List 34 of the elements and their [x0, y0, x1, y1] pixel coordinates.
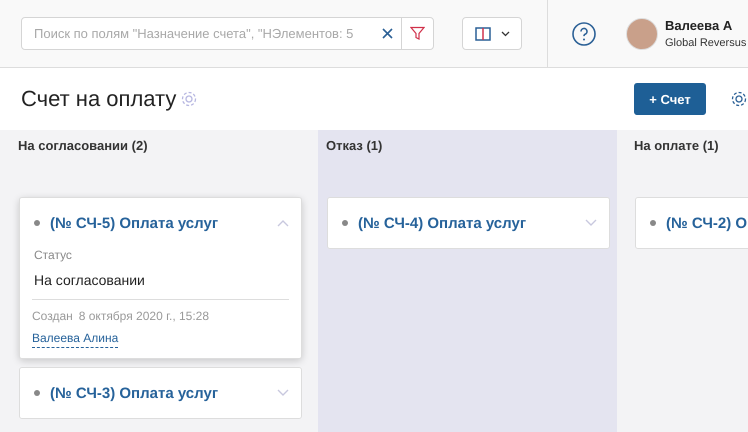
invoice-card[interactable]: (№ СЧ-2) О	[635, 197, 748, 249]
column-title: На согласовании (2)	[18, 138, 149, 155]
bullet-icon	[650, 220, 656, 226]
columns-icon	[474, 26, 490, 40]
invoice-card[interactable]: (№ СЧ-3) Оплата услуг	[19, 367, 302, 419]
invoice-card[interactable]: (№ СЧ-5) Оплата услуг Статус На согласовании Создан 8 октября 2020 г., 15:28 Валеева Алина	[19, 197, 302, 359]
bullet-icon	[342, 220, 348, 226]
card-title[interactable]: (№ СЧ-3) Оплата услуг	[50, 384, 218, 402]
help-button[interactable]	[572, 22, 596, 46]
view-toggle-button[interactable]	[462, 17, 522, 50]
close-icon	[382, 28, 392, 39]
page-title: Счет на оплату	[21, 86, 176, 112]
bullet-icon	[34, 390, 40, 396]
add-invoice-button[interactable]: + Счет	[634, 83, 706, 115]
company-name: Global Reversus	[665, 37, 746, 49]
invoice-card[interactable]: (№ СЧ-4) Оплата услуг	[327, 197, 610, 249]
card-title[interactable]: (№ СЧ-4) Оплата услуг	[358, 214, 526, 232]
created-label: Создан	[32, 309, 73, 323]
status-value: На согласовании	[34, 272, 146, 288]
search-field[interactable]: Поиск по полям "Назначение счета", "НЭлементов: 5	[22, 18, 373, 49]
user-name[interactable]: Валеева А	[665, 18, 746, 33]
column-title: Отказ (1)	[326, 138, 384, 155]
search-bar[interactable]: Поиск по полям "Назначение счета", "НЭлементов: 5	[21, 17, 434, 50]
status-label: Статус	[34, 248, 73, 262]
settings-icon[interactable]	[730, 90, 748, 108]
chevron-down-icon	[500, 30, 510, 36]
help-icon	[572, 22, 596, 46]
card-title[interactable]: (№ СЧ-2) О	[666, 214, 748, 232]
author-link[interactable]: Валеева Алина	[32, 331, 118, 348]
column-title: На оплате (1)	[634, 138, 720, 155]
filter-icon	[410, 26, 425, 41]
card-title[interactable]: (№ СЧ-5) Оплата услуг	[50, 214, 218, 232]
created-date: 8 октября 2020 г., 15:28	[78, 309, 210, 323]
bullet-icon	[34, 220, 40, 226]
